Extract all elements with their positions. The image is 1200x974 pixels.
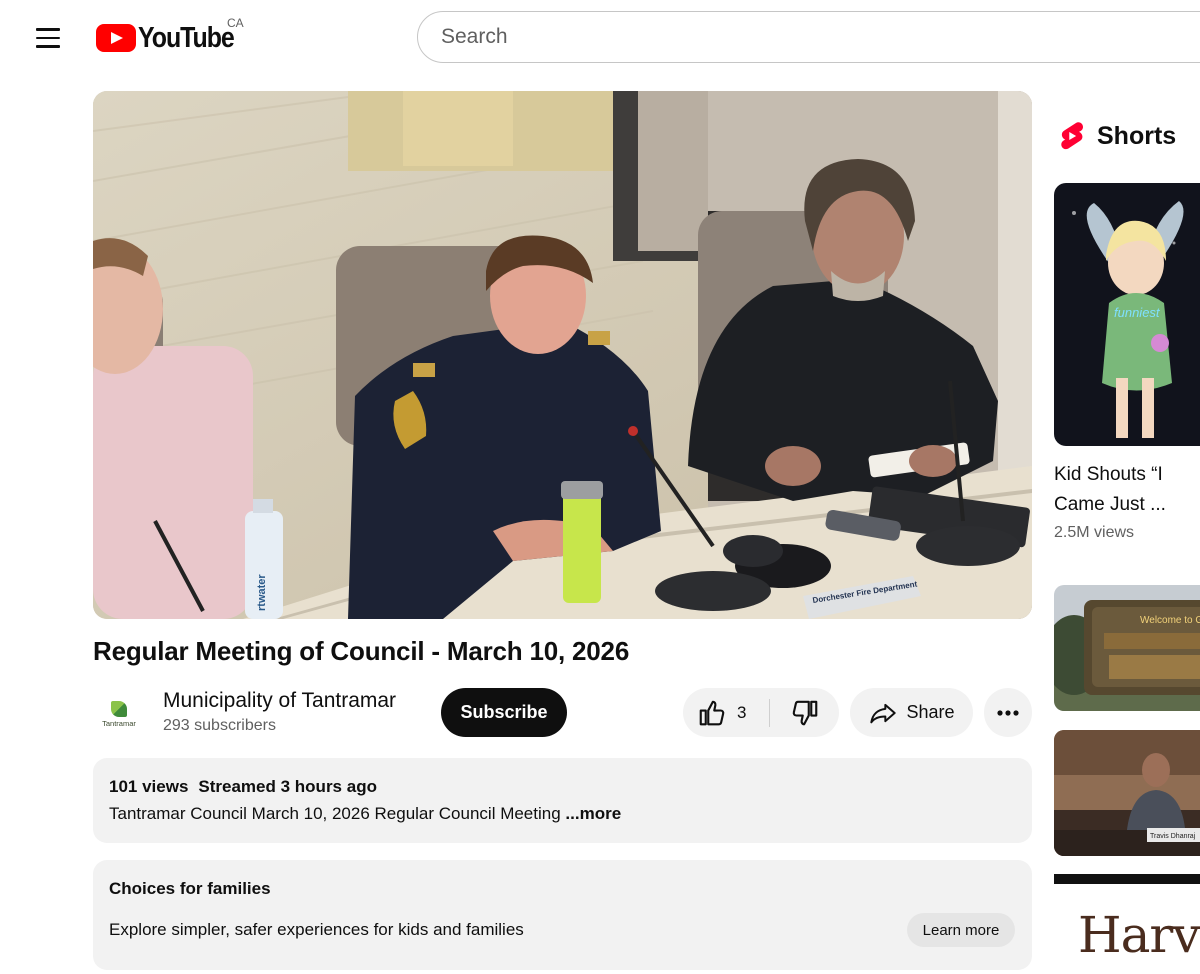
country-code: CA: [227, 16, 244, 30]
search-input[interactable]: [439, 24, 1043, 50]
youtube-play-icon: [96, 24, 136, 52]
description-box[interactable]: 101 views Streamed 3 hours ago Tantramar …: [93, 758, 1032, 843]
shorts-title: Shorts: [1097, 121, 1177, 150]
ad-text: Harve: [1078, 906, 1200, 964]
rec1-overlay-text: Welcome to GREATER VICTORIA: [1140, 615, 1200, 626]
avatar-text: Tantramar: [102, 718, 136, 728]
video-title: Regular Meeting of Council - March 10, 2…: [93, 636, 630, 666]
like-button[interactable]: 3: [683, 688, 769, 737]
recommended-thumbnail-image: Welcome to GREATER VICTORIA: [1054, 585, 1200, 711]
ad-banner[interactable]: Harve: [1054, 874, 1200, 974]
view-count: 101 views: [109, 777, 189, 796]
thumbs-down-icon: [792, 700, 817, 725]
menu-button[interactable]: [22, 16, 74, 60]
channel-name[interactable]: Municipality of Tantramar: [163, 689, 396, 713]
short-thumbnail-image: funniest: [1054, 183, 1200, 446]
search-box[interactable]: [417, 11, 1200, 63]
families-card: Choices for families Explore simpler, sa…: [93, 860, 1032, 970]
channel-avatar[interactable]: Tantramar: [93, 688, 145, 740]
short-title[interactable]: Kid Shouts “I Came Just ...: [1054, 460, 1200, 520]
short-thumbnail[interactable]: funniest: [1054, 183, 1200, 446]
rec2-overlay-text: Travis Dhanraj: [1150, 833, 1196, 840]
subscriber-count: 293 subscribers: [163, 717, 276, 734]
like-count: 3: [737, 702, 747, 722]
share-icon: [870, 703, 897, 723]
subscribe-button[interactable]: Subscribe: [441, 688, 567, 737]
share-label: Share: [906, 702, 955, 722]
short-overlay-text: funniest: [1114, 305, 1161, 320]
more-link[interactable]: ...more: [565, 804, 621, 823]
share-button[interactable]: Share: [850, 688, 973, 737]
more-horizontal-icon: [997, 709, 1019, 716]
shorts-icon: [1061, 122, 1083, 150]
recommended-video-thumbnail[interactable]: Welcome to GREATER VICTORIA: [1054, 585, 1200, 711]
description-text: Tantramar Council March 10, 2026 Regular…: [109, 804, 621, 824]
description-snippet: Tantramar Council March 10, 2026 Regular…: [109, 804, 561, 823]
recommended-video-thumbnail[interactable]: Travis Dhanraj: [1054, 730, 1200, 856]
video-frame: Dorchester Fire Department rtwater: [93, 91, 1032, 619]
video-player[interactable]: Dorchester Fire Department rtwater: [93, 91, 1032, 619]
recommended-thumbnail-image: Travis Dhanraj: [1054, 730, 1200, 856]
like-dislike-group: 3: [683, 688, 839, 737]
families-title: Choices for families: [109, 879, 271, 898]
stream-date: Streamed 3 hours ago: [198, 777, 377, 796]
description-meta: 101 views Streamed 3 hours ago: [109, 777, 377, 797]
tantramar-logo-icon: [111, 700, 127, 717]
shorts-header: Shorts: [1057, 120, 1176, 152]
logo-text: YouTube: [138, 21, 235, 54]
learn-more-button[interactable]: Learn more: [907, 913, 1015, 947]
families-text: Explore simpler, safer experiences for k…: [109, 920, 524, 939]
bottle-label: rtwater: [256, 574, 268, 611]
short-views: 2.5M views: [1054, 524, 1135, 541]
thumbs-up-icon: [699, 700, 725, 725]
more-actions-button[interactable]: [984, 688, 1032, 737]
dislike-button[interactable]: [770, 688, 839, 737]
